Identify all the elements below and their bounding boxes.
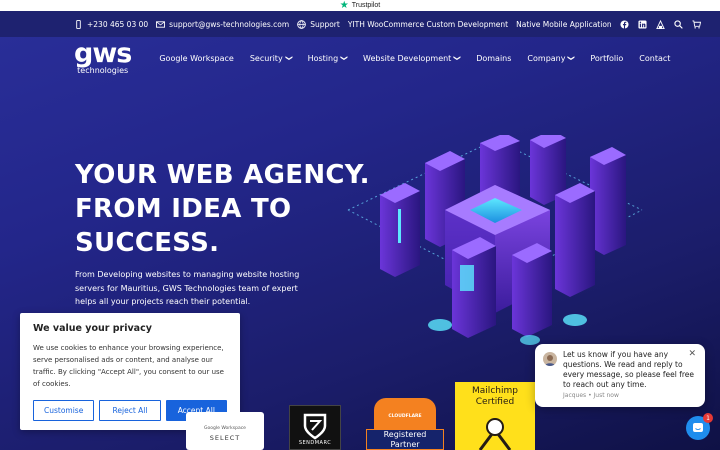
registered-text: Registered: [383, 430, 427, 439]
yith-label: YITH WooCommerce Custom Development: [347, 19, 509, 29]
cookie-title: We value your privacy: [33, 323, 152, 334]
logo-subtitle: technologies: [77, 65, 129, 75]
support-label: Support: [310, 19, 340, 29]
hero-subtitle: From Developing websites to managing web…: [75, 270, 300, 306]
chevron-down-icon: ❯: [453, 55, 462, 61]
nav-item-website-development[interactable]: Website Development ❯: [363, 53, 462, 63]
hero-title: YOUR WEB AGENCY. FROM IDEA TO SUCCESS.: [75, 158, 370, 260]
cookie-body: We use cookies to enhance your browsing …: [33, 344, 224, 388]
reject-all-button[interactable]: Reject All: [99, 400, 161, 421]
chat-icon: [693, 423, 703, 432]
shield-icon: [303, 413, 327, 440]
google-workspace-label: Google Workspace: [204, 426, 246, 431]
linkedin-icon[interactable]: [638, 19, 647, 29]
nav-item-security[interactable]: Security ❯: [249, 53, 293, 63]
sendmarc-badge: SENDMARC: [289, 405, 341, 450]
nav-item-company[interactable]: Company ❯: [527, 53, 576, 63]
server-rack: [512, 243, 552, 337]
nav-item-label: Company: [527, 53, 566, 63]
trustpilot-bar[interactable]: ★ Trustpilot: [0, 0, 720, 11]
server-rack: [452, 237, 496, 338]
hero-title-line: YOUR WEB AGENCY.: [75, 160, 370, 190]
chevron-down-icon: ❯: [340, 55, 349, 61]
nav-item-portfolio[interactable]: Portfolio: [590, 54, 623, 63]
facebook-icon[interactable]: [620, 19, 629, 29]
customise-button[interactable]: Customise: [33, 400, 95, 421]
mailchimp-certified-badge: Mailchimp Certified: [455, 382, 535, 450]
server-rack: [590, 147, 626, 255]
sendmarc-label: SENDMARC: [298, 440, 332, 446]
nav-item-contact[interactable]: Contact: [639, 54, 670, 63]
user-icon[interactable]: [655, 19, 665, 29]
server-rack: [555, 183, 595, 297]
phone-number: +230 465 03 00: [87, 19, 149, 29]
cart-icon[interactable]: [692, 19, 701, 29]
unread-count-badge: 1: [703, 413, 713, 423]
google-workspace-badge: Google Workspace SELECT: [186, 412, 264, 450]
nav-item-google-workspace[interactable]: Google Workspace: [159, 54, 233, 63]
avatar: [543, 352, 557, 366]
server-rack: [380, 183, 420, 277]
mail-icon: [156, 20, 166, 28]
google-select-label: SELECT: [209, 434, 241, 442]
nav-menu: Google Workspace Security ❯ Hosting ❯ Website…: [159, 54, 686, 63]
nav-item-label: Google Workspace: [159, 53, 234, 63]
nav-item-label: Contact: [639, 53, 671, 63]
hero-title-line: FROM IDEA TO: [75, 194, 292, 224]
nav-item-label: Portfolio: [590, 53, 624, 63]
phone-link[interactable]: +230 465 03 00: [74, 19, 149, 29]
server-illustration: [347, 135, 643, 345]
registered-partner-label: Registered Partner: [366, 429, 444, 450]
partner-text: Partner: [390, 439, 420, 449]
chat-launcher-button[interactable]: 1: [686, 413, 713, 440]
search-icon[interactable]: [674, 19, 683, 29]
phone-icon: [76, 19, 81, 29]
mailchimp-logo-icon: [478, 418, 512, 450]
cloudflare-label: CLOUDFLARE: [388, 414, 422, 419]
certified-label: Certified: [475, 397, 515, 407]
gws-logo[interactable]: gws technologies: [74, 37, 132, 75]
chevron-down-icon: ❯: [567, 55, 576, 61]
top-contact-bar: +230 465 03 00 support@gws-technologies.…: [0, 11, 720, 37]
topbar-icons: [620, 19, 701, 29]
mailchimp-label: Mailchimp: [472, 386, 518, 396]
logo-wordmark: gws: [74, 37, 132, 69]
hero-title-line: SUCCESS.: [75, 228, 220, 258]
star-icon: ★: [339, 0, 349, 11]
nav-item-label: Website Development: [363, 53, 452, 63]
nav-item-label: Hosting: [307, 53, 339, 63]
main-navigation: gws technologies Google Workspace Securit…: [0, 37, 720, 79]
mobile-app-label: Native Mobile Application: [516, 19, 612, 29]
nav-item-label: Domains: [476, 53, 512, 63]
support-link[interactable]: Support: [297, 20, 340, 29]
chat-meta: Jacques • Just now: [563, 392, 619, 399]
email-address: support@gws-technologies.com: [169, 19, 290, 29]
nav-item-hosting[interactable]: Hosting ❯: [307, 53, 349, 63]
trustpilot-label: Trustpilot: [351, 2, 381, 9]
nav-item-domains[interactable]: Domains: [476, 54, 511, 63]
cloudflare-partner-badge: CLOUDFLARE Registered Partner: [366, 398, 444, 450]
chevron-down-icon: ❯: [284, 55, 293, 61]
yith-link[interactable]: YITH WooCommerce Custom Development: [348, 20, 508, 29]
mobile-app-link[interactable]: Native Mobile Application: [516, 20, 612, 29]
nav-item-label: Security: [249, 53, 283, 63]
chat-message-text: Let us know if you have any questions. W…: [563, 350, 695, 389]
globe-icon: [297, 19, 307, 29]
chat-message-popup[interactable]: Let us know if you have any questions. W…: [535, 344, 705, 407]
close-icon[interactable]: ✕: [688, 349, 696, 359]
email-link[interactable]: support@gws-technologies.com: [156, 20, 289, 29]
